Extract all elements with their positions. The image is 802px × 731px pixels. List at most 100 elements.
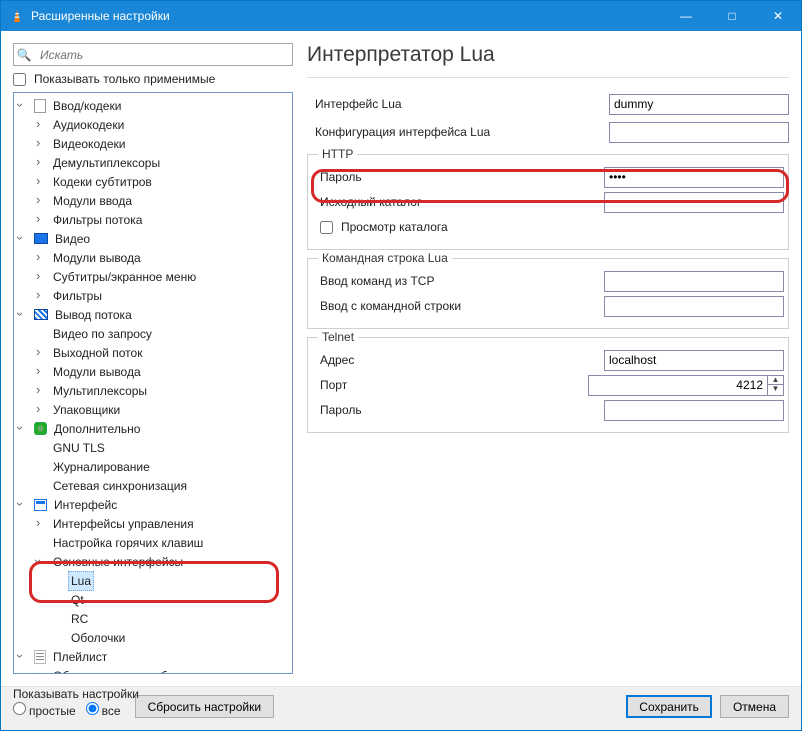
- interface-icon: [34, 499, 47, 511]
- settings-tree[interactable]: Ввод/кодеки Аудиокодеки Видеокодеки Дему…: [13, 92, 293, 674]
- chevron-right-icon[interactable]: [36, 172, 50, 191]
- http-password-input[interactable]: [604, 167, 784, 188]
- reset-button[interactable]: Сбросить настройки: [135, 695, 274, 718]
- chevron-right-icon[interactable]: [36, 514, 50, 533]
- lua-interface-input[interactable]: [609, 94, 789, 115]
- tree-node-video[interactable]: Видео: [14, 229, 292, 248]
- chevron-right-icon[interactable]: [36, 381, 50, 400]
- tree-node-logging[interactable]: Журналирование: [14, 457, 292, 476]
- spin-down-icon[interactable]: ▼: [768, 385, 783, 395]
- radio-simple-input[interactable]: [13, 702, 26, 715]
- footer: Показывать настройки простые все Сбросит…: [1, 686, 801, 730]
- http-dir-label: Исходный каталог: [320, 195, 604, 209]
- playlist-icon: [34, 650, 46, 664]
- cli-cmdline-label: Ввод с командной строки: [320, 299, 604, 313]
- tree-node-playlist[interactable]: Плейлист: [14, 647, 292, 666]
- lua-interface-label: Интерфейс Lua: [315, 97, 609, 111]
- spinner-buttons[interactable]: ▲ ▼: [768, 375, 784, 396]
- show-settings-label: Показывать настройки: [13, 687, 139, 701]
- http-browse-input[interactable]: [320, 221, 333, 234]
- chevron-down-icon[interactable]: [18, 305, 32, 324]
- chevron-right-icon[interactable]: [36, 400, 50, 419]
- minimize-button[interactable]: —: [663, 1, 709, 31]
- tree-node-packetizers[interactable]: Упаковщики: [14, 400, 292, 419]
- chevron-down-icon[interactable]: [36, 552, 50, 571]
- maximize-button[interactable]: □: [709, 1, 755, 31]
- http-browse-checkbox[interactable]: Просмотр каталога: [320, 216, 784, 238]
- radio-all-input[interactable]: [86, 702, 99, 715]
- tree-node-subtitles-osd[interactable]: Субтитры/экранное меню: [14, 267, 292, 286]
- tree-node-muxers[interactable]: Мультиплексоры: [14, 381, 292, 400]
- cli-group: Командная строка Lua Ввод команд из TCP …: [307, 258, 789, 329]
- http-password-row: Пароль: [320, 166, 784, 188]
- cancel-button[interactable]: Отмена: [720, 695, 789, 718]
- only-applicable-checkbox[interactable]: Показывать только применимые: [13, 72, 293, 86]
- tree-node-subtitle-codecs[interactable]: Кодеки субтитров: [14, 172, 292, 191]
- lua-config-input[interactable]: [609, 122, 789, 143]
- tree-node-demuxers[interactable]: Демультиплексоры: [14, 153, 292, 172]
- chevron-right-icon[interactable]: [36, 343, 50, 362]
- tree-node-vod[interactable]: Видео по запросу: [14, 324, 292, 343]
- chevron-right-icon[interactable]: [36, 362, 50, 381]
- show-settings-radios: простые все: [13, 702, 121, 718]
- lua-config-label: Конфигурация интерфейса Lua: [315, 125, 609, 139]
- radio-simple[interactable]: простые: [13, 702, 76, 718]
- left-pane: 🔍 Показывать только применимые Ввод/коде…: [13, 43, 293, 674]
- chevron-right-icon[interactable]: [36, 210, 50, 229]
- chevron-down-icon[interactable]: [18, 419, 32, 438]
- tree-node-skins[interactable]: Оболочки: [14, 628, 292, 647]
- chevron-right-icon[interactable]: [36, 134, 50, 153]
- search-input[interactable]: [34, 46, 292, 64]
- tree-node-control-interfaces[interactable]: Интерфейсы управления: [14, 514, 292, 533]
- radio-all[interactable]: все: [86, 702, 121, 718]
- chevron-down-icon[interactable]: [18, 96, 32, 115]
- only-applicable-input[interactable]: [13, 73, 26, 86]
- chevron-down-icon[interactable]: [18, 229, 32, 248]
- settings-page: Интерпретатор Lua Интерфейс Lua Конфигур…: [307, 43, 789, 674]
- tree-node-sout[interactable]: Выходной поток: [14, 343, 292, 362]
- chevron-right-icon[interactable]: [36, 191, 50, 210]
- http-legend: HTTP: [318, 147, 357, 161]
- telnet-password-input[interactable]: [604, 400, 784, 421]
- chevron-right-icon[interactable]: [36, 267, 50, 286]
- chevron-right-icon[interactable]: [36, 286, 50, 305]
- chevron-right-icon[interactable]: [36, 666, 50, 674]
- tree-node-rc[interactable]: RC: [14, 609, 292, 628]
- tree-node-gnutls[interactable]: GNU TLS: [14, 438, 292, 457]
- search-box[interactable]: 🔍: [13, 43, 293, 66]
- tree-node-netsync[interactable]: Сетевая синхронизация: [14, 476, 292, 495]
- tree-node-access-modules[interactable]: Модули ввода: [14, 191, 292, 210]
- tree-node-output-modules[interactable]: Модули вывода: [14, 248, 292, 267]
- tree-node-output-modules2[interactable]: Модули вывода: [14, 362, 292, 381]
- http-dir-input[interactable]: [604, 192, 784, 213]
- telnet-port-input[interactable]: [588, 375, 768, 396]
- chevron-right-icon[interactable]: [36, 153, 50, 172]
- tree-node-service-discovery[interactable]: Обнаружение служб: [14, 666, 292, 674]
- cli-tcp-input[interactable]: [604, 271, 784, 292]
- telnet-host-input[interactable]: [604, 350, 784, 371]
- tree-node-main-interfaces[interactable]: Основные интерфейсы: [14, 552, 292, 571]
- chevron-right-icon[interactable]: [36, 248, 50, 267]
- chevron-down-icon[interactable]: [18, 647, 32, 666]
- chevron-right-icon[interactable]: [36, 115, 50, 134]
- close-button[interactable]: ✕: [755, 1, 801, 31]
- tree-node-advanced[interactable]: Дополнительно: [14, 419, 292, 438]
- telnet-port-spinner[interactable]: ▲ ▼: [588, 375, 784, 396]
- lua-interface-row: Интерфейс Lua: [315, 93, 789, 115]
- save-button[interactable]: Сохранить: [626, 695, 712, 718]
- page-title: Интерпретатор Lua: [307, 43, 789, 77]
- telnet-port-row: Порт ▲ ▼: [320, 374, 784, 396]
- chevron-down-icon[interactable]: [18, 495, 32, 514]
- tree-node-qt[interactable]: Qt: [14, 590, 292, 609]
- telnet-legend: Telnet: [318, 330, 358, 344]
- tree-node-audio-codecs[interactable]: Аудиокодеки: [14, 115, 292, 134]
- tree-node-interface[interactable]: Интерфейс: [14, 495, 292, 514]
- tree-node-lua[interactable]: Lua: [14, 571, 292, 590]
- tree-node-filters[interactable]: Фильтры: [14, 286, 292, 305]
- tree-node-stream-filters[interactable]: Фильтры потока: [14, 210, 292, 229]
- tree-node-video-codecs[interactable]: Видеокодеки: [14, 134, 292, 153]
- cli-cmdline-input[interactable]: [604, 296, 784, 317]
- tree-node-input-codecs[interactable]: Ввод/кодеки: [14, 96, 292, 115]
- tree-node-hotkeys[interactable]: Настройка горячих клавиш: [14, 533, 292, 552]
- tree-node-stream-output[interactable]: Вывод потока: [14, 305, 292, 324]
